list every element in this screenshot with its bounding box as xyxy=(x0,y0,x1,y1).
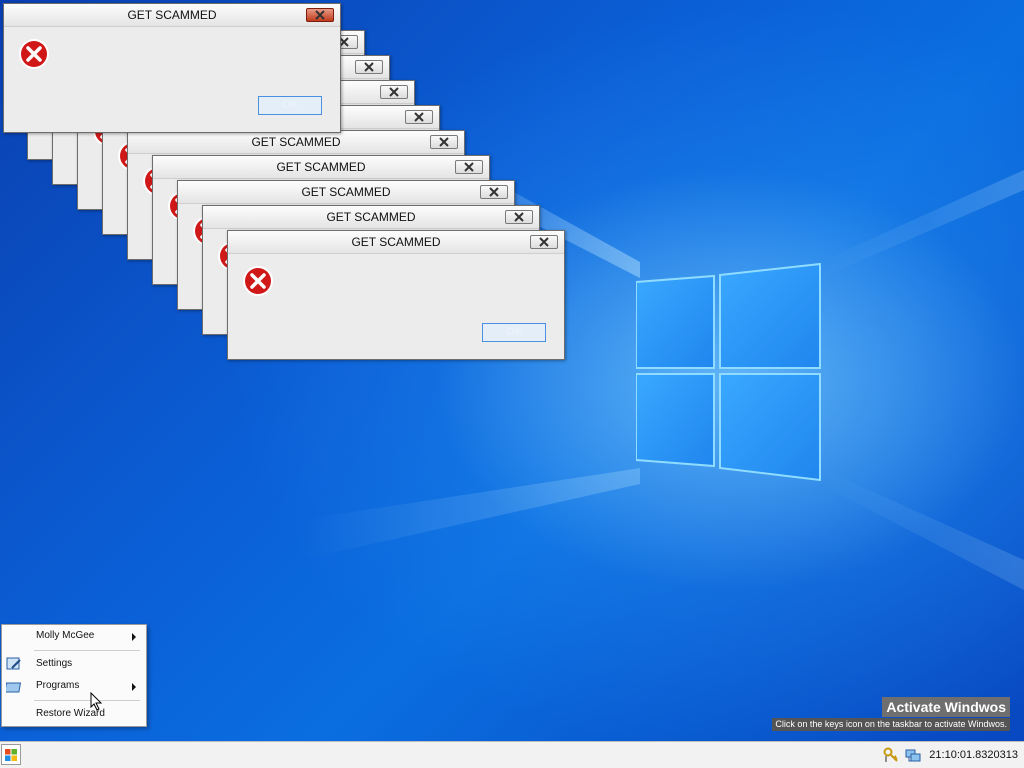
windows-logo-icon xyxy=(5,748,17,761)
settings-icon xyxy=(6,657,21,670)
taskbar: 21:10:01.8320313 xyxy=(0,741,1024,768)
mouse-cursor-icon xyxy=(90,692,103,711)
close-icon xyxy=(439,137,449,147)
dialog-close-button[interactable] xyxy=(306,8,334,22)
dialog-title: GET SCAMMED xyxy=(127,8,217,22)
dialog-titlebar[interactable]: GET SCAMMED xyxy=(203,206,539,229)
start-menu-settings[interactable]: Settings xyxy=(36,658,72,669)
ok-button[interactable]: OK xyxy=(482,323,546,342)
start-menu: Molly McGee Settings Programs Restore Wi… xyxy=(1,624,147,727)
error-icon xyxy=(243,266,273,296)
dialog-close-button[interactable] xyxy=(355,60,383,74)
menu-separator xyxy=(34,700,140,701)
submenu-arrow-icon xyxy=(132,683,136,691)
dialog-title: GET SCAMMED xyxy=(301,185,391,199)
dialog-close-button[interactable] xyxy=(430,135,458,149)
close-icon xyxy=(539,237,549,247)
error-dialog[interactable]: GET SCAMMED OK xyxy=(227,230,565,360)
dialog-titlebar[interactable]: GET SCAMMED xyxy=(153,156,489,179)
network-icon[interactable] xyxy=(905,747,921,763)
windows-logo-icon xyxy=(636,262,821,482)
programs-icon xyxy=(6,682,22,693)
dialog-titlebar[interactable]: GET SCAMMED xyxy=(178,181,514,204)
submenu-arrow-icon xyxy=(132,633,136,641)
close-icon xyxy=(364,62,374,72)
dialog-close-button[interactable] xyxy=(480,185,508,199)
error-icon xyxy=(19,39,49,69)
dialog-close-button[interactable] xyxy=(380,85,408,99)
close-icon xyxy=(315,10,325,20)
close-icon xyxy=(414,112,424,122)
dialog-close-button[interactable] xyxy=(505,210,533,224)
keys-icon[interactable] xyxy=(883,747,899,763)
activation-subtitle: Click on the keys icon on the taskbar to… xyxy=(772,718,1010,731)
dialog-close-button[interactable] xyxy=(530,235,558,249)
ok-button[interactable]: OK xyxy=(258,96,322,115)
activation-title: Activate Windwos xyxy=(882,697,1010,717)
dialog-titlebar[interactable]: GET SCAMMED xyxy=(4,4,340,27)
close-icon xyxy=(514,212,524,222)
start-button[interactable] xyxy=(1,744,21,765)
system-tray: 21:10:01.8320313 xyxy=(883,746,1018,764)
dialog-title: GET SCAMMED xyxy=(251,135,341,149)
start-menu-user[interactable]: Molly McGee xyxy=(36,630,94,641)
close-icon xyxy=(464,162,474,172)
dialog-titlebar[interactable]: GET SCAMMED xyxy=(128,131,464,154)
dialog-title: GET SCAMMED xyxy=(351,235,441,249)
close-icon xyxy=(489,187,499,197)
dialog-title: GET SCAMMED xyxy=(326,210,416,224)
taskbar-clock[interactable]: 21:10:01.8320313 xyxy=(929,749,1018,761)
start-menu-programs[interactable]: Programs xyxy=(36,680,79,691)
close-icon xyxy=(389,87,399,97)
dialog-title: GET SCAMMED xyxy=(276,160,366,174)
activation-watermark: Activate Windwos Click on the keys icon … xyxy=(772,697,1010,731)
dialog-close-button[interactable] xyxy=(455,160,483,174)
dialog-close-button[interactable] xyxy=(405,110,433,124)
menu-separator xyxy=(34,650,140,651)
dialog-titlebar[interactable]: GET SCAMMED xyxy=(228,231,564,254)
error-dialog[interactable]: GET SCAMMED OK xyxy=(3,3,341,133)
